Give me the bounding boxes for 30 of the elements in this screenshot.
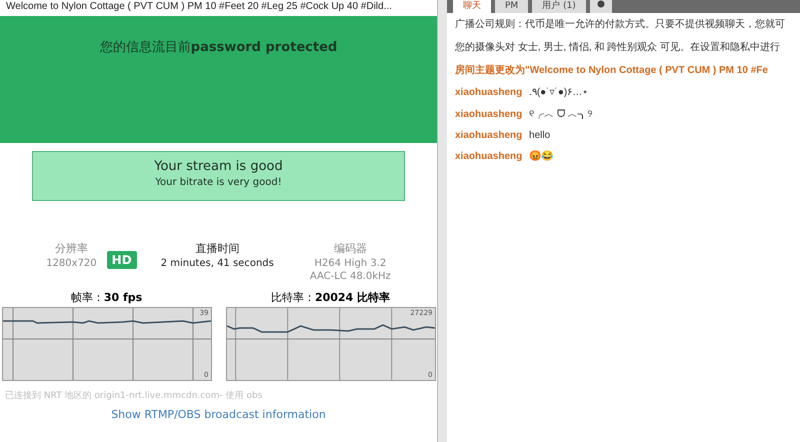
connection-info: 已连接到 NRT 地区的 origin1-nrt.live.mmcdn.com- 使用 obs [5,390,262,402]
chat-username[interactable]: xiaohuasheng [455,109,522,120]
chat-tab[interactable]: PM [495,0,528,13]
resolution-value: 1280x720 [46,258,97,269]
graph-title: 比特率：20024 比特率 [270,290,390,305]
audio-codec: AAC-LC 48.0kHz [310,271,391,282]
chat-tab[interactable]: 聊天 [453,0,491,13]
broadcast-time-label: 直播时间 [195,241,240,256]
chat-message: ୧╭︿ ᗜ ︿╮୨ [529,109,593,120]
chat-username[interactable]: xiaohuasheng [455,151,522,162]
hd-badge: HD [106,251,137,269]
graph-title: 帧率：30 fps [70,290,142,305]
encoder-label: 编码器 [334,241,367,256]
resolution-label: 分辨率 [54,241,88,256]
broadcast-info-link[interactable]: Show RTMP/OBS broadcast information [111,408,326,421]
video-codec: H264 High 3.2 [314,258,386,269]
stream-status-message: 您的信息流目前password protected [100,39,338,57]
stream-status-title: Your stream is good [154,159,283,174]
chat-tab[interactable]: 用户 (1) [532,0,586,13]
room-topic-notice: 房间主题更改为"Welcome to Nylon Cottage ( PVT CUM ) PM 10 #Fe [455,63,769,77]
chat-message: 😡😂 [529,151,554,162]
chat-notice: 广播公司规则：代币是唯一允许的付款方式。只要不提供视频聊天，您就可 [455,18,786,31]
room-title: Welcome to Nylon Cottage ( PVT CUM ) PM 10 #Feet 20 #Leg 25 #Cock Up 40 #Dild... [5,0,393,14]
chat-message: hello [529,130,550,141]
broadcast-time-value: 2 minutes, 41 seconds [160,258,274,269]
chat-message: .٩(●˙▿˙●)۶…⋆ [529,87,588,98]
chat-username[interactable]: xiaohuasheng [455,87,522,98]
chat-notice: 您的摄像头对 女士, 男士, 情侣, 和 跨性别观众 可见。在设置和隐私中进行 [455,40,782,54]
chat-username[interactable]: xiaohuasheng [455,130,522,141]
bitrate-message: Your bitrate is very good! [155,177,282,188]
